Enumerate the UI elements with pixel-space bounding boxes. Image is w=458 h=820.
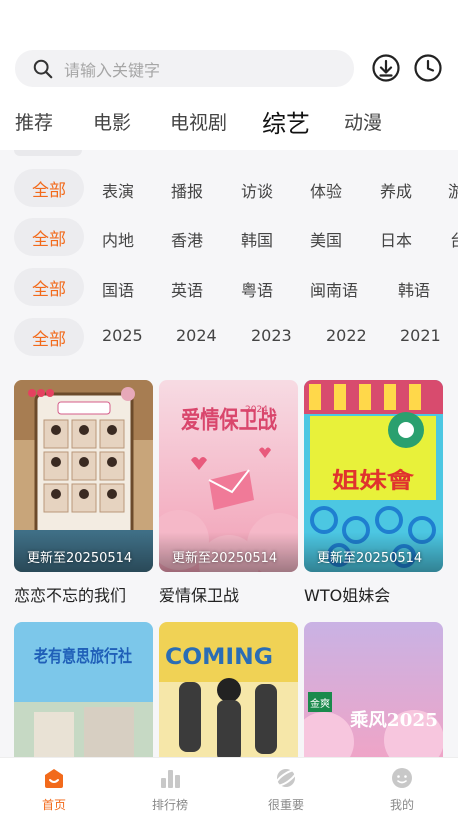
nav-label: 排行榜 (151, 798, 188, 812)
show-card[interactable]: 爱情保卫战 2024 更新至20250514 爱情保卫战 (159, 380, 298, 606)
filter-option[interactable]: 粤语 (241, 277, 273, 301)
poster-title-text: 乘风2025 (349, 710, 438, 731)
history-clock-icon[interactable] (413, 53, 443, 83)
filter-option[interactable]: 台 (450, 227, 458, 251)
home-icon (45, 769, 63, 788)
filter-option[interactable]: 表演 (102, 178, 134, 202)
filter-option[interactable]: 美国 (310, 227, 342, 251)
show-poster[interactable]: 老有意思旅行社 (14, 622, 153, 762)
download-icon[interactable] (371, 53, 401, 83)
search-placeholder: 请输入关键字 (64, 60, 161, 80)
profile-icon (392, 768, 412, 788)
tab-variety[interactable]: 综艺 (262, 104, 310, 139)
tab-tv-series[interactable]: 电视剧 (170, 108, 227, 135)
show-poster: 姐妹會 更新至20250514 (304, 380, 443, 572)
show-card[interactable]: 更新至20250514 恋恋不忘的我们 (14, 380, 153, 606)
show-title: 恋恋不忘的我们 (14, 586, 127, 605)
tab-anime[interactable]: 动漫 (344, 108, 382, 135)
filter-option[interactable]: 国语 (102, 277, 134, 301)
filter-option[interactable]: 2023 (251, 326, 292, 345)
nav-label: 首页 (41, 798, 66, 812)
tab-recommend[interactable]: 推荐 (15, 108, 53, 135)
filter-option[interactable]: 日本 (380, 227, 412, 251)
filter-row-type: 全部 表演 播报 访谈 体验 养成 游 (0, 169, 458, 207)
filter-row-year: 全部 2025 2024 2023 2022 2021 (0, 318, 458, 356)
filter-option[interactable]: 2024 (176, 326, 217, 345)
show-title: WTO姐妹会 (304, 586, 391, 605)
category-tabs: 推荐 电影 电视剧 综艺 动漫 (0, 100, 458, 144)
update-badge: 更新至20250514 (27, 551, 133, 566)
filter-option[interactable]: 2021 (400, 326, 441, 345)
filter-option[interactable]: 访谈 (241, 178, 273, 202)
filter-option[interactable]: 韩国 (241, 227, 273, 251)
filter-row-language: 全部 国语 英语 粤语 闽南语 韩语 (0, 268, 458, 306)
filter-option[interactable]: 养成 (380, 178, 412, 202)
poster-year-badge: 2024 (245, 405, 268, 415)
nav-important[interactable]: 很重要 (241, 766, 331, 813)
nav-home[interactable]: 首页 (9, 766, 99, 813)
filter-all-type[interactable]: 全部 (14, 169, 84, 207)
show-poster: 爱情保卫战 2024 更新至20250514 (159, 380, 298, 572)
filter-option[interactable]: 闽南语 (310, 277, 358, 301)
filter-option[interactable]: 香港 (171, 227, 203, 251)
show-title: 爱情保卫战 (159, 586, 240, 605)
ranking-icon (161, 770, 180, 788)
poster-title-text: 老有意思旅行社 (33, 646, 132, 667)
filter-option[interactable]: 英语 (171, 277, 203, 301)
search-icon (33, 59, 53, 78)
filter-all-language[interactable]: 全部 (14, 268, 84, 306)
show-card[interactable]: 姐妹會 更新至20250514 WTO姐妹会 (304, 380, 443, 606)
tab-movie[interactable]: 电影 (93, 108, 131, 135)
filter-option[interactable]: 2025 (102, 326, 143, 345)
nav-label: 很重要 (267, 798, 304, 812)
search-bar[interactable]: 请输入关键字 (15, 50, 354, 87)
filter-option[interactable]: 游 (448, 178, 458, 202)
poster-title-text: 姐妹會 (332, 468, 415, 494)
nav-ranking[interactable]: 排行榜 (125, 766, 215, 813)
filter-option[interactable]: 内地 (102, 227, 134, 251)
update-badge: 更新至20250514 (317, 551, 423, 566)
filter-option[interactable]: 体验 (310, 178, 342, 202)
show-poster[interactable]: 金爽 乘风2025 (304, 622, 443, 762)
poster-badge-text: 金爽 (310, 697, 330, 710)
bottom-nav: 首页 排行榜 很重要 我的 (0, 757, 458, 820)
sheet-handle (14, 150, 82, 156)
filter-all-region[interactable]: 全部 (14, 218, 84, 256)
planet-icon (274, 769, 298, 787)
nav-profile[interactable]: 我的 (357, 766, 447, 813)
show-poster[interactable]: COMING (159, 622, 298, 762)
top-bar: 请输入关键字 推荐 电影 电视剧 综艺 动漫 (0, 0, 458, 150)
nav-label: 我的 (389, 798, 414, 812)
filter-option[interactable]: 韩语 (398, 277, 430, 301)
filter-all-year[interactable]: 全部 (14, 318, 84, 356)
filter-option[interactable]: 2022 (326, 326, 367, 345)
filter-option[interactable]: 播报 (171, 178, 203, 202)
filter-row-region: 全部 内地 香港 韩国 美国 日本 台 (0, 218, 458, 256)
poster-title-text: COMING (165, 645, 273, 670)
show-poster: 更新至20250514 (14, 380, 153, 572)
update-badge: 更新至20250514 (172, 551, 278, 566)
